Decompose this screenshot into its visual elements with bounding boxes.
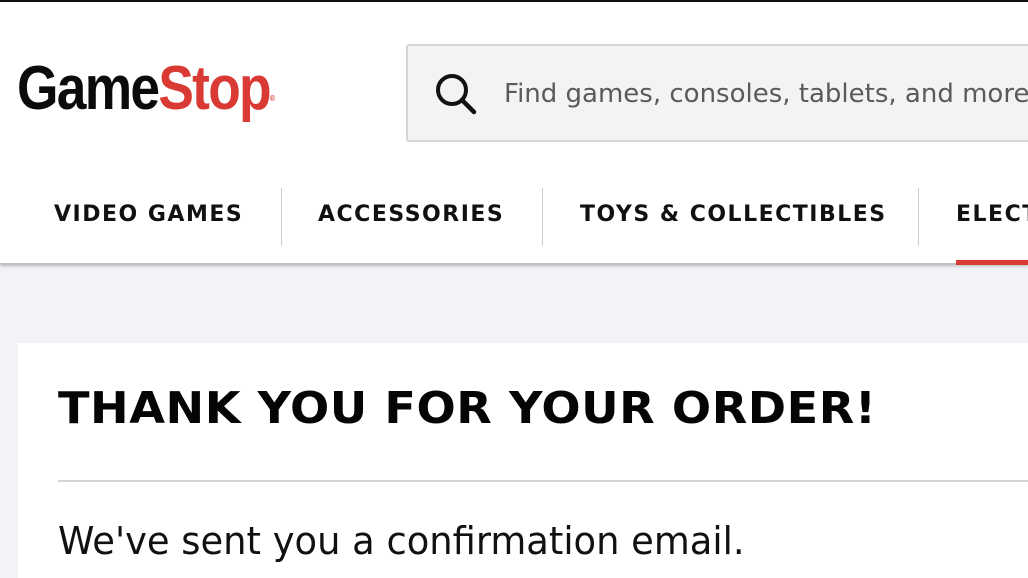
logo-text-game: Game [17,54,160,123]
nav-divider [918,188,919,246]
nav-item-toys-collectibles[interactable]: TOYS & COLLECTIBLES [580,184,887,246]
order-confirmation-card: THANK YOU FOR YOUR ORDER! We've sent you… [18,343,1028,578]
site-header: GameStop® VIDEO GAMES ACCESSORIES TOYS &… [0,2,1028,265]
search-icon[interactable] [434,72,480,118]
nav-item-accessories[interactable]: ACCESSORIES [318,184,504,246]
confirmation-message: We've sent you a confirmation email. [58,519,745,563]
nav-active-indicator [956,260,1028,265]
logo-registered-mark: ® [269,94,275,103]
gamestop-logo[interactable]: GameStop® [17,54,275,124]
divider [58,480,1028,482]
page-title: THANK YOU FOR YOUR ORDER! [58,383,877,434]
nav-divider [542,188,543,246]
nav-divider [281,188,282,246]
main-nav: VIDEO GAMES ACCESSORIES TOYS & COLLECTIB… [0,184,1028,265]
nav-item-electronics[interactable]: ELECT [956,184,1028,246]
nav-item-video-games[interactable]: VIDEO GAMES [54,184,243,246]
logo-text-stop: Stop [158,54,271,123]
search-bar[interactable] [406,44,1028,142]
search-input[interactable] [504,66,1028,122]
